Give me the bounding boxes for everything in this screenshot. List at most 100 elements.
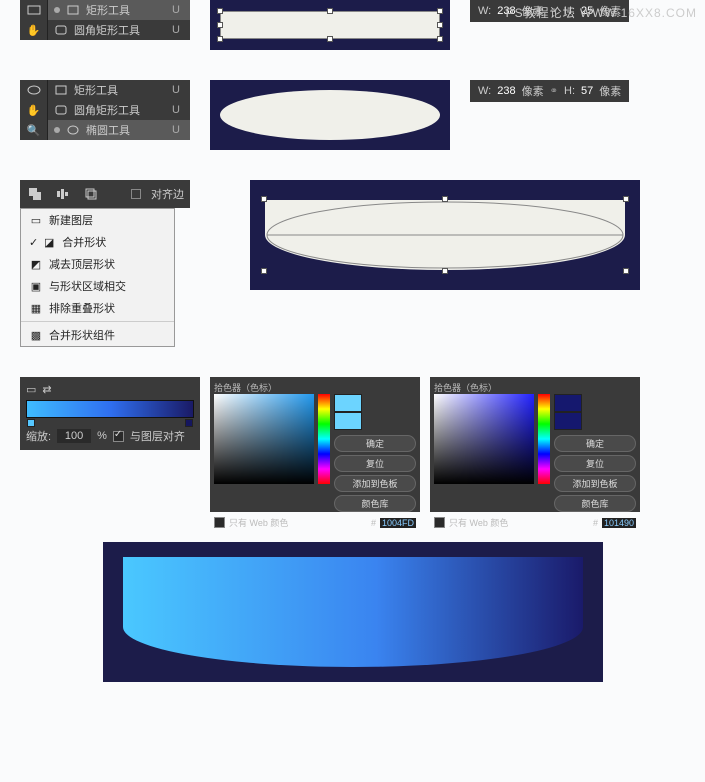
- gradient-stop-right[interactable]: [185, 419, 193, 427]
- add-swatch-button[interactable]: 添加到色板: [554, 475, 636, 492]
- shape-rect[interactable]: [220, 11, 440, 39]
- align-icon[interactable]: [54, 185, 72, 203]
- rounded-rect-icon: [54, 103, 68, 117]
- tool-label: 矩形工具: [74, 82, 118, 98]
- gradient-panel: ▭ ⇄ 缩放: 100 % 与图层对齐: [20, 377, 200, 450]
- w-unit: 像素: [522, 83, 544, 99]
- add-swatch-button[interactable]: 添加到色板: [334, 475, 416, 492]
- tool-label: 矩形工具: [86, 2, 130, 18]
- rectangle-icon: [54, 83, 68, 97]
- w-value[interactable]: 238: [497, 85, 515, 97]
- row-ellipse: ✋ 🔍 矩形工具 U 圆角矩形工具 U 椭圆工具 U W:: [0, 80, 705, 150]
- menu-intersect[interactable]: ▣ 与形状区域相交: [21, 275, 174, 297]
- cancel-button[interactable]: 复位: [554, 455, 636, 472]
- canvas-rect: [210, 0, 450, 50]
- tool-label: 圆角矩形工具: [74, 22, 140, 38]
- tool-rounded-rect[interactable]: 圆角矩形工具 U: [48, 20, 190, 40]
- tool-shortcut: U: [172, 4, 184, 16]
- tool-label: 圆角矩形工具: [74, 102, 140, 118]
- shape-combined[interactable]: [265, 200, 625, 270]
- color-picker-right: 拾色器（色标） 确定 复位 添加到色板 颜色库 只有 Web 颜色 #10149…: [430, 377, 640, 512]
- picker-title: 拾色器（色标）: [214, 381, 416, 394]
- h-label: H:: [564, 85, 575, 97]
- picker-field[interactable]: [434, 394, 534, 484]
- arrange-icon[interactable]: [82, 185, 100, 203]
- picker-field[interactable]: [214, 394, 314, 484]
- subtract-icon: ◩: [29, 257, 43, 271]
- web-only-label: 只有 Web 颜色: [449, 516, 508, 529]
- scale-value[interactable]: 100: [57, 429, 91, 443]
- menu-label: 排除重叠形状: [49, 300, 115, 316]
- color-picker-left: 拾色器（色标） 确定 复位 添加到色板 颜色库 只有 Web 颜色 #1004F…: [210, 377, 420, 512]
- web-only-label: 只有 Web 颜色: [229, 516, 288, 529]
- tool-rectangle[interactable]: 矩形工具 U: [48, 80, 190, 100]
- tool-ellipse[interactable]: 椭圆工具 U: [48, 120, 190, 140]
- merge-icon: ▩: [29, 328, 43, 342]
- scale-label: 缩放:: [26, 428, 51, 444]
- tool-shortcut: U: [172, 124, 184, 136]
- watermark: PS教程论坛 WWW.16XX8.COM: [506, 4, 697, 21]
- swatch-old: [334, 412, 362, 430]
- gradient-type-icon[interactable]: ▭: [26, 383, 36, 396]
- menu-label: 与形状区域相交: [49, 278, 126, 294]
- hand-tool-icon[interactable]: ✋: [20, 20, 47, 40]
- menu-combine[interactable]: ◪ 合并形状: [21, 231, 174, 253]
- gradient-stop-left[interactable]: [27, 419, 35, 427]
- menu-merge-components[interactable]: ▩ 合并形状组件: [21, 324, 174, 346]
- selected-dot-icon: [54, 7, 60, 13]
- tool-rectangle[interactable]: 矩形工具 U: [48, 0, 190, 20]
- hue-strip[interactable]: [318, 394, 330, 484]
- hand-tool-icon[interactable]: ✋: [20, 100, 47, 120]
- canvas-result: [103, 542, 603, 682]
- cancel-button[interactable]: 复位: [334, 455, 416, 472]
- hue-strip[interactable]: [538, 394, 550, 484]
- row-gradient: ▭ ⇄ 缩放: 100 % 与图层对齐 拾色器（色标） 确定: [0, 377, 705, 512]
- menu-new-layer[interactable]: ▭ 新建图层: [21, 209, 174, 231]
- hex-value[interactable]: 1004FD: [380, 518, 416, 528]
- h-unit: 像素: [599, 83, 621, 99]
- gradient-shape: [123, 557, 583, 667]
- canvas-ellipse: [210, 80, 450, 150]
- ok-button[interactable]: 确定: [554, 435, 636, 452]
- intersect-icon: ▣: [29, 279, 43, 293]
- pathops-column: 对齐边 ▭ 新建图层 ◪ 合并形状 ◩ 减去顶层形状 ▣ 与形状区域相交 ▦ 排…: [20, 180, 190, 347]
- tool-label: 椭圆工具: [86, 122, 130, 138]
- menu-label: 减去顶层形状: [49, 256, 115, 272]
- reverse-icon[interactable]: ⇄: [42, 383, 51, 396]
- link-icon[interactable]: ⚭: [550, 86, 558, 97]
- menu-subtract[interactable]: ◩ 减去顶层形状: [21, 253, 174, 275]
- row-pathops: 对齐边 ▭ 新建图层 ◪ 合并形状 ◩ 减去顶层形状 ▣ 与形状区域相交 ▦ 排…: [0, 180, 705, 347]
- options-bar: 对齐边: [20, 180, 190, 208]
- color-lib-button[interactable]: 颜色库: [334, 495, 416, 512]
- ok-button[interactable]: 确定: [334, 435, 416, 452]
- shape-ellipse[interactable]: [220, 90, 440, 140]
- align-edges-label: 对齐边: [151, 186, 184, 202]
- pathops-menu: ▭ 新建图层 ◪ 合并形状 ◩ 减去顶层形状 ▣ 与形状区域相交 ▦ 排除重叠形…: [20, 208, 175, 347]
- h-value[interactable]: 57: [581, 85, 593, 97]
- exclude-icon: ▦: [29, 301, 43, 315]
- web-only-checkbox[interactable]: [214, 517, 225, 528]
- size-readout-2: W: 238 像素 ⚭ H: 57 像素: [470, 80, 629, 102]
- hex-value[interactable]: 101490: [602, 518, 636, 528]
- tool-panel-ellipse: ✋ 🔍 矩形工具 U 圆角矩形工具 U 椭圆工具 U: [20, 80, 190, 140]
- pathop-combine-icon[interactable]: [26, 185, 44, 203]
- menu-separator: [21, 321, 174, 322]
- align-layer-checkbox[interactable]: [113, 431, 124, 442]
- tool-rounded-rect[interactable]: 圆角矩形工具 U: [48, 100, 190, 120]
- zoom-tool-icon[interactable]: 🔍: [20, 120, 47, 140]
- canvas-combined: [250, 180, 640, 290]
- tool-shortcut: U: [172, 104, 184, 116]
- align-edges-checkbox[interactable]: [131, 189, 141, 199]
- color-lib-button[interactable]: 颜色库: [554, 495, 636, 512]
- menu-label: 合并形状: [62, 234, 106, 250]
- tool-shortcut: U: [172, 84, 184, 96]
- ellipse-tool-icon[interactable]: [20, 80, 47, 100]
- gradient-bar[interactable]: [26, 400, 194, 418]
- picker-title: 拾色器（色标）: [434, 381, 636, 394]
- swatch-new: [554, 394, 582, 412]
- web-only-checkbox[interactable]: [434, 517, 445, 528]
- rect-tool-icon[interactable]: [20, 0, 47, 20]
- swatch-old: [554, 412, 582, 430]
- path-overlay: [265, 200, 625, 270]
- menu-exclude[interactable]: ▦ 排除重叠形状: [21, 297, 174, 319]
